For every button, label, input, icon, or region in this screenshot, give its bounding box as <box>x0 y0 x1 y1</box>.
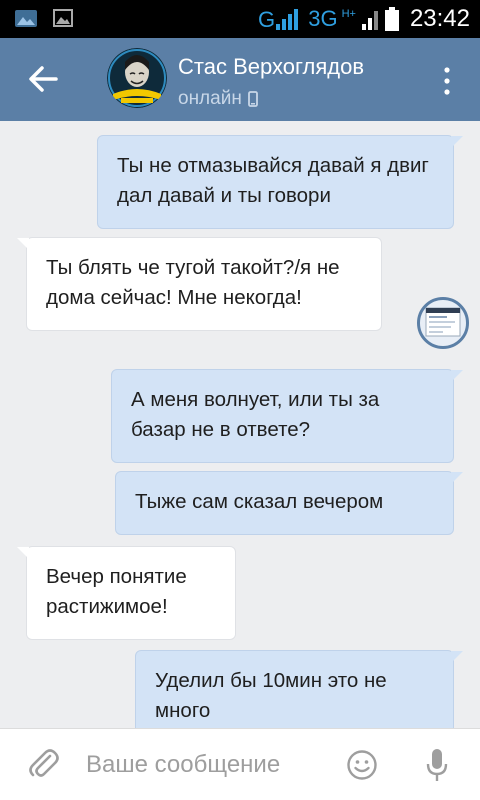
network-extra: H+ <box>341 8 356 20</box>
sender-avatar-image <box>425 307 461 337</box>
microphone-icon[interactable] <box>426 747 448 783</box>
message-bubble-outgoing[interactable]: Ты не отмазывайся давай я двиг дал давай… <box>97 135 463 229</box>
message-list[interactable]: Ты не отмазывайся давай я двиг дал давай… <box>0 121 480 728</box>
message-bubble-outgoing[interactable]: Уделил бы 10мин это не много <box>135 650 463 728</box>
contact-avatar[interactable] <box>107 48 167 108</box>
svg-text:G: G <box>258 7 275 32</box>
back-arrow-icon[interactable] <box>22 58 64 100</box>
message-text: Ты блять че тугой такойт?/я не дома сейч… <box>46 256 340 309</box>
mobile-phone-icon <box>247 91 258 107</box>
signal-bars-icon <box>361 11 378 30</box>
image-notification-icon <box>53 9 73 27</box>
gallery-notification-icon <box>15 10 37 27</box>
status-bar: G 3G H+ 23:42 <box>0 0 480 38</box>
message-text: Уделил бы 10мин это не много <box>155 669 387 722</box>
chat-header: Стас Верхоглядов онлайн <box>0 38 480 121</box>
contact-status: онлайн <box>178 88 258 110</box>
message-text: А меня волнует, или ты за базар не в отв… <box>131 388 380 441</box>
message-text: Вечер понятие растижимое! <box>46 565 187 618</box>
message-input[interactable] <box>86 745 336 785</box>
message-bubble-incoming[interactable]: Ты блять че тугой такойт?/я не дома сейч… <box>17 237 382 331</box>
attach-paperclip-icon[interactable] <box>26 747 60 781</box>
message-bubble-incoming[interactable]: Вечер понятие растижимое! <box>17 546 236 640</box>
emoji-smile-icon[interactable] <box>346 749 378 781</box>
message-text: Ты не отмазывайся давай я двиг дал давай… <box>117 154 429 207</box>
overflow-menu-icon[interactable] <box>440 66 454 96</box>
network-type: 3G <box>308 6 338 31</box>
contact-avatar-image <box>107 48 167 108</box>
contact-name[interactable]: Стас Верхоглядов <box>178 54 364 80</box>
message-composer <box>0 728 480 800</box>
message-bubble-outgoing[interactable]: Тыже сам сказал вечером <box>115 471 463 535</box>
online-status-text: онлайн <box>178 88 242 109</box>
message-text: Тыже сам сказал вечером <box>135 490 384 513</box>
signal-g-icon: G <box>258 7 299 32</box>
status-time: 23:42 <box>409 5 470 32</box>
sender-avatar-small <box>417 297 469 349</box>
message-bubble-outgoing[interactable]: А меня волнует, или ты за базар не в отв… <box>111 369 463 463</box>
battery-icon <box>384 7 399 31</box>
